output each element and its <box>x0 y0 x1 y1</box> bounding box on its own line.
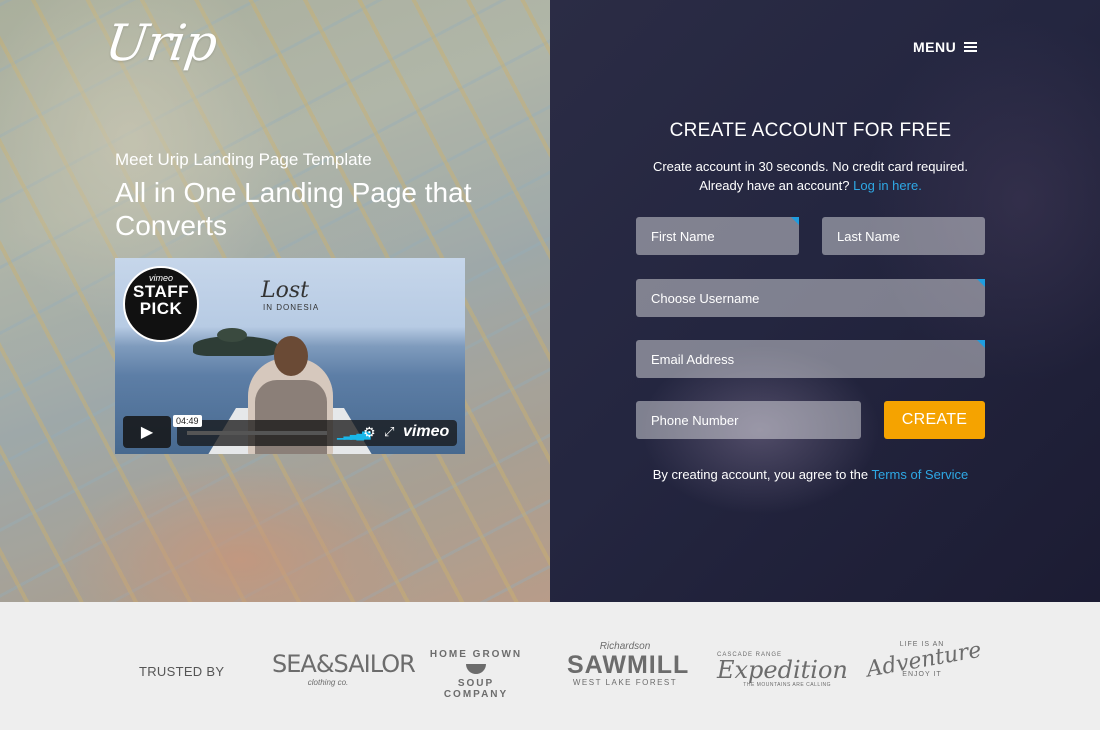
video-island-trees <box>217 328 247 342</box>
brand-logo-adventure: LIFE IS AN Adventure ENJOY IT <box>865 638 984 683</box>
video-person-head <box>274 336 308 376</box>
phone-field[interactable]: Phone Number <box>636 401 861 439</box>
form-subtitle-line1: Create account in 30 seconds. No credit … <box>652 159 969 174</box>
brand-logo-sea-sailor: SEA&SAILOR clothing co. <box>272 650 416 687</box>
login-link[interactable]: Log in here. <box>853 178 922 193</box>
landing-page: Urip MENU Meet Urip Landing Page Templat… <box>0 0 1100 730</box>
staff-pick-badge: vimeo STAFF PICK <box>123 266 199 342</box>
vimeo-logo[interactable]: vimeo <box>403 423 449 441</box>
hero-tagline: Meet Urip Landing Page Template <box>115 150 372 169</box>
menu-button[interactable]: MENU <box>913 39 978 55</box>
create-button[interactable]: CREATE <box>884 401 985 439</box>
brand-saw-main: SAWMILL <box>567 651 690 679</box>
site-logo[interactable]: Urip <box>102 14 220 72</box>
hero-section: Urip MENU Meet Urip Landing Page Templat… <box>0 0 1100 602</box>
trusted-by-label: TRUSTED BY <box>139 664 225 679</box>
form-title: CREATE ACCOUNT FOR FREE <box>669 120 952 141</box>
last-name-field[interactable]: Last Name <box>822 217 985 255</box>
video-title: Lost <box>261 278 309 303</box>
brand-sea-main: SEA&SAILOR <box>272 650 416 678</box>
hero-headline: All in One Landing Page that Converts <box>115 177 472 241</box>
email-field[interactable]: Email Address <box>636 340 985 378</box>
play-icon: ▶ <box>140 424 154 441</box>
brand-saw-sub: WEST LAKE FOREST <box>572 678 678 687</box>
settings-gear-icon[interactable]: ⚙ <box>363 424 376 441</box>
first-name-field[interactable]: First Name <box>636 217 799 255</box>
brand-exp-main: Expedition <box>717 656 848 684</box>
brand-home-top: HOME GROWN <box>429 649 523 660</box>
terms-text: By creating account, you agree to the <box>652 467 869 482</box>
form-subtitle-line2: Already have an account? Log in here. <box>600 176 1021 195</box>
video-control-bar: ▁▂▃▄▅ ⚙ ⤢ vimeo <box>177 420 457 446</box>
menu-label: MENU <box>913 39 957 55</box>
video-player[interactable]: vimeo STAFF PICK Lost IN DONESIA ▶ ▁▂▃▄▅… <box>115 258 465 454</box>
login-prompt: Already have an account? <box>699 178 850 193</box>
form-subtitle: Create account in 30 seconds. No credit … <box>600 157 1021 195</box>
video-title-sub: IN DONESIA <box>263 303 320 312</box>
brand-logo-expedition: CASCADE RANGE Expedition THE MOUNTAINS A… <box>717 652 848 688</box>
brand-home-bottom: SOUP COMPANY <box>443 678 509 700</box>
video-title-overlay: Lost IN DONESIA <box>261 278 319 312</box>
badge-staff-pick-label: STAFF PICK <box>132 282 189 318</box>
play-button[interactable]: ▶ <box>123 416 171 448</box>
video-duration: 04:49 <box>173 415 202 427</box>
brand-sea-sub: clothing co. <box>307 678 349 687</box>
fullscreen-icon[interactable]: ⤢ <box>384 424 394 440</box>
terms-notice: By creating account, you agree to the Te… <box>600 467 1021 482</box>
brand-logo-home-grown: HOME GROWN SOUP COMPANY <box>425 649 527 700</box>
terms-link[interactable]: Terms of Service <box>871 467 968 482</box>
username-field[interactable]: Choose Username <box>636 279 985 317</box>
soup-bowl-icon <box>466 664 486 674</box>
menu-hamburger-icon <box>964 42 978 52</box>
video-progress-track[interactable] <box>187 431 327 435</box>
brand-logo-sawmill: Richardson SAWMILL WEST LAKE FOREST <box>567 641 690 687</box>
